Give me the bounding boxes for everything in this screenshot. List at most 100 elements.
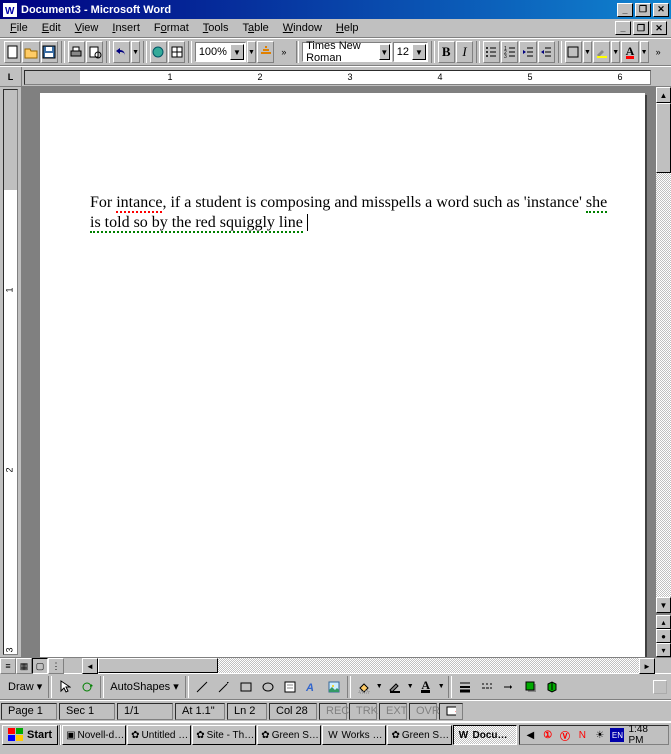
highlight-dropdown[interactable]: ▼	[611, 41, 620, 63]
horizontal-scrollbar[interactable]: ◄ ►	[82, 658, 655, 673]
document-area[interactable]: For intance, if a student is composing a…	[22, 87, 655, 657]
ruler-strip[interactable]: 1 2 3 4 5 6	[24, 70, 651, 85]
status-trk[interactable]: TRK	[349, 703, 377, 720]
fill-color-button[interactable]	[353, 676, 375, 698]
bullets-button[interactable]	[483, 41, 500, 63]
status-ext[interactable]: EXT	[379, 703, 407, 720]
close-button[interactable]: ✕	[653, 3, 669, 17]
task-green1[interactable]: ✿Green S…	[257, 725, 321, 745]
mdi-minimize-button[interactable]: _	[615, 21, 631, 35]
menu-insert[interactable]: Insert	[106, 20, 146, 36]
font-color-dropdown[interactable]: ▼	[640, 41, 649, 63]
menu-format[interactable]: Format	[148, 20, 195, 36]
zoom-combo[interactable]: 100%▼	[195, 42, 246, 62]
numbering-button[interactable]: 123	[501, 41, 518, 63]
autoshapes-menu[interactable]: AutoShapes ▾	[106, 680, 183, 693]
task-document3[interactable]: WDocu…	[453, 725, 517, 745]
mdi-close-button[interactable]: ✕	[651, 21, 667, 35]
save-button[interactable]	[41, 41, 58, 63]
line-color-dropdown[interactable]: ▼	[406, 676, 415, 698]
menu-help[interactable]: Help	[330, 20, 365, 36]
new-doc-button[interactable]	[4, 41, 21, 63]
toolbar-options-chevron[interactable]: »	[275, 41, 292, 63]
wordart-button[interactable]: A	[301, 676, 323, 698]
tray-icon[interactable]: Ⓥ	[558, 728, 571, 742]
line-tool[interactable]	[191, 676, 213, 698]
dash-style-button[interactable]	[476, 676, 498, 698]
task-works[interactable]: WWorks …	[322, 725, 386, 745]
scroll-down-button[interactable]: ▼	[656, 597, 671, 613]
hyperlink-button[interactable]	[150, 41, 167, 63]
minimize-button[interactable]: _	[617, 3, 633, 17]
tables-borders-button[interactable]	[168, 41, 185, 63]
mdi-restore-button[interactable]: ❐	[633, 21, 649, 35]
format-toolbar-chevron[interactable]: »	[650, 41, 667, 63]
scroll-right-button[interactable]: ►	[639, 658, 655, 674]
scroll-left-button[interactable]: ◄	[82, 658, 98, 674]
line-color-button[interactable]	[384, 676, 406, 698]
select-objects-button[interactable]	[54, 676, 76, 698]
open-button[interactable]	[22, 41, 39, 63]
next-page-button[interactable]: ▾	[656, 643, 671, 657]
browse-object-button[interactable]: ●	[656, 629, 671, 643]
vertical-scrollbar[interactable]: ▲ ▼ ▴ ● ▾	[655, 87, 671, 657]
task-novell[interactable]: ▣Novell-d…	[62, 725, 126, 745]
menu-edit[interactable]: Edit	[36, 20, 67, 36]
zoom-split[interactable]: ▼	[247, 41, 256, 63]
page[interactable]: For intance, if a student is composing a…	[40, 93, 645, 657]
rectangle-tool[interactable]	[235, 676, 257, 698]
font-combo[interactable]: Times New Roman▼	[302, 42, 392, 62]
oval-tool[interactable]	[257, 676, 279, 698]
start-button[interactable]: Start	[2, 725, 58, 745]
prev-page-button[interactable]: ▴	[656, 615, 671, 629]
system-tray[interactable]: ◀ ① Ⓥ N ☀ EN 1:48 PM	[519, 725, 669, 745]
status-rec[interactable]: REC	[319, 703, 347, 720]
vscroll-track[interactable]	[656, 103, 671, 597]
print-button[interactable]	[68, 41, 85, 63]
restore-button[interactable]: ❐	[635, 3, 651, 17]
italic-button[interactable]: I	[456, 41, 473, 63]
status-spellcheck-icon[interactable]	[439, 703, 463, 720]
normal-view-button[interactable]: ≡	[0, 658, 16, 674]
document-text[interactable]: For intance, if a student is composing a…	[90, 193, 615, 233]
task-untitled[interactable]: ✿Untitled …	[127, 725, 191, 745]
draw-menu[interactable]: Draw ▾	[4, 680, 46, 693]
tray-icon[interactable]: N	[576, 728, 589, 742]
task-green2[interactable]: ✿Green S…	[387, 725, 451, 745]
arrow-tool[interactable]	[213, 676, 235, 698]
undo-dropdown[interactable]: ▼	[131, 41, 140, 63]
font-color-draw-button[interactable]: A	[415, 676, 437, 698]
web-layout-view-button[interactable]: ▦	[16, 658, 32, 674]
tray-clock[interactable]: 1:48 PM	[628, 724, 664, 746]
borders-dropdown[interactable]: ▼	[583, 41, 592, 63]
outline-view-button[interactable]: ⋮	[48, 658, 64, 674]
line-style-button[interactable]	[454, 676, 476, 698]
menu-file[interactable]: File	[4, 20, 34, 36]
font-size-combo[interactable]: 12▼	[393, 42, 428, 62]
resize-grip[interactable]	[653, 680, 667, 694]
rotate-button[interactable]	[76, 676, 98, 698]
tab-selector[interactable]: L	[0, 67, 22, 86]
shadow-button[interactable]	[520, 676, 542, 698]
highlight-button[interactable]	[593, 41, 610, 63]
3d-button[interactable]	[542, 676, 564, 698]
hscroll-track[interactable]	[98, 658, 639, 673]
arrow-style-button[interactable]	[498, 676, 520, 698]
vertical-ruler[interactable]: 1 2 3	[0, 87, 22, 657]
vscroll-thumb[interactable]	[656, 103, 671, 173]
textbox-tool[interactable]	[279, 676, 301, 698]
clipart-button[interactable]	[323, 676, 345, 698]
task-site[interactable]: ✿Site - Th…	[192, 725, 256, 745]
print-preview-button[interactable]	[86, 41, 103, 63]
menu-tools[interactable]: Tools	[197, 20, 235, 36]
tray-icon[interactable]: ☀	[593, 728, 606, 742]
decrease-indent-button[interactable]	[519, 41, 536, 63]
font-color-button[interactable]: A	[621, 41, 638, 63]
tray-lang-icon[interactable]: EN	[610, 728, 624, 742]
menu-table[interactable]: Table	[236, 20, 274, 36]
horizontal-ruler[interactable]: L 1 2 3 4 5 6	[0, 66, 671, 87]
print-layout-view-button[interactable]: ▢	[32, 658, 48, 674]
scroll-up-button[interactable]: ▲	[656, 87, 671, 103]
menu-window[interactable]: Window	[277, 20, 328, 36]
menu-view[interactable]: View	[69, 20, 105, 36]
